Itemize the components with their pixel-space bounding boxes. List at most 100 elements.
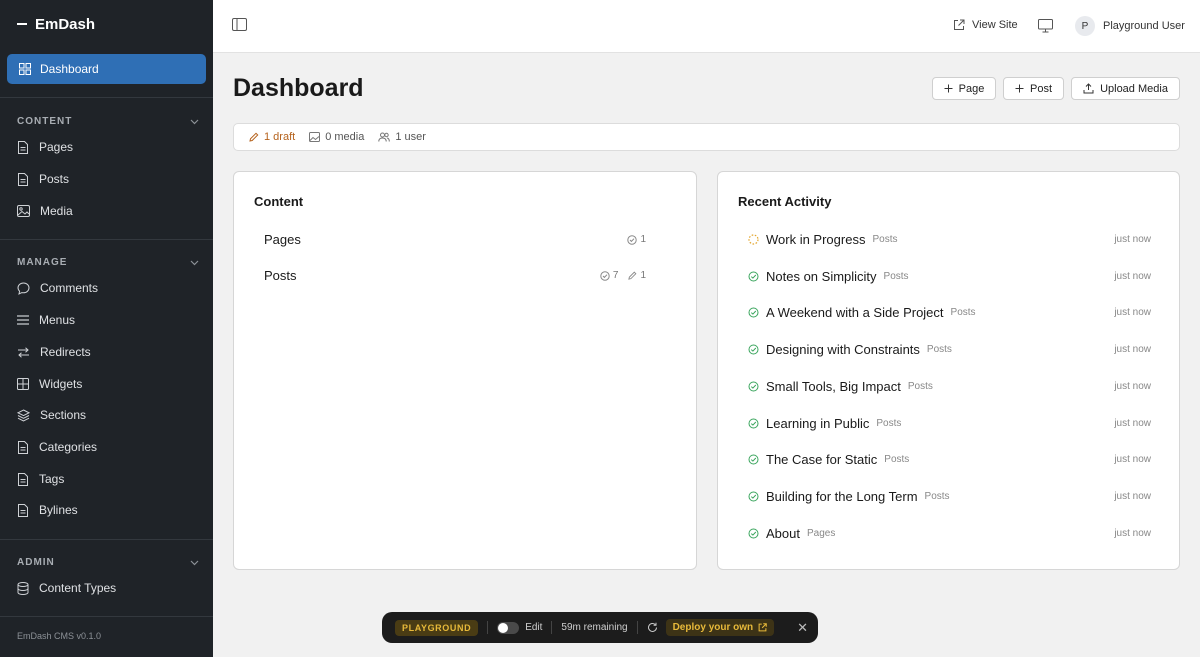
sidebar-toggle-icon	[232, 18, 247, 31]
sidebar-divider	[0, 239, 213, 240]
activity-time: just now	[1114, 380, 1151, 392]
sidebar-item-widgets[interactable]: Widgets	[17, 374, 82, 394]
activity-row[interactable]: Work in Progress Posts just now	[748, 232, 1151, 247]
user-menu[interactable]: P Playground User	[1075, 16, 1185, 36]
time-remaining: 59m remaining	[561, 622, 628, 633]
brand[interactable]: EmDash	[0, 0, 213, 48]
image-icon	[309, 132, 321, 142]
sidebar-item-sections[interactable]: Sections	[17, 405, 86, 425]
activity-type: Posts	[924, 490, 950, 502]
sidebar-item-content-types[interactable]: Content Types	[17, 578, 116, 598]
sidebar-item-dashboard[interactable]: Dashboard	[7, 54, 206, 84]
activity-type: Posts	[926, 344, 952, 356]
activity-row[interactable]: A Weekend with a Side Project Posts just n…	[748, 305, 1151, 320]
sidebar-item-redirects[interactable]: Redirects	[17, 342, 91, 362]
card-title: Content	[254, 194, 304, 209]
section-admin-header[interactable]: ADMIN	[17, 557, 199, 568]
published-check-icon	[748, 528, 759, 539]
stat-drafts[interactable]: 1 draft	[249, 131, 295, 143]
activity-row[interactable]: About Pages just now	[748, 526, 1151, 541]
button-label: Page	[958, 82, 985, 95]
dashboard-grid-icon	[19, 63, 31, 75]
draft-status-icon	[748, 234, 759, 245]
topbar: View Site P Playground User	[213, 0, 1200, 53]
close-icon[interactable]: ✕	[797, 620, 808, 636]
recent-activity-card: Recent Activity Work in Progress Posts jus…	[717, 171, 1180, 570]
published-check-icon	[748, 418, 759, 428]
content-row-posts[interactable]: Posts 7 1	[264, 268, 646, 283]
page-title: Dashboard	[233, 74, 364, 102]
preview-device-button[interactable]	[1038, 19, 1053, 38]
upload-media-button[interactable]: Upload Media	[1071, 77, 1180, 100]
activity-row[interactable]: Designing with Constraints Posts just now	[748, 342, 1151, 357]
category-doc-icon	[18, 440, 28, 454]
tag-doc-icon	[18, 472, 28, 486]
database-icon	[17, 581, 29, 595]
sidebar-item-posts[interactable]: Posts	[17, 169, 69, 189]
sidebar-item-label: Media	[40, 204, 73, 218]
activity-type: Posts	[907, 380, 933, 392]
activity-row[interactable]: Learning in Public Posts just now	[748, 416, 1151, 431]
redirect-arrows-icon	[18, 346, 29, 358]
sidebar-toggle-button[interactable]	[232, 18, 247, 36]
section-content-header[interactable]: CONTENT	[17, 116, 199, 127]
activity-row-main: Designing with Constraints Posts	[748, 342, 952, 357]
page-icon	[18, 140, 28, 154]
new-page-button[interactable]: Page	[932, 77, 996, 100]
widgets-grid-icon	[17, 378, 29, 390]
reset-button[interactable]	[647, 622, 658, 633]
sidebar-item-label: Sections	[40, 408, 87, 422]
activity-title: Learning in Public	[766, 415, 870, 431]
sidebar-divider	[0, 97, 213, 98]
sidebar-item-pages[interactable]: Pages	[17, 137, 73, 157]
sidebar-item-label: Bylines	[39, 503, 78, 517]
activity-row[interactable]: Small Tools, Big Impact Posts just now	[748, 379, 1151, 394]
menu-lines-icon	[17, 315, 29, 325]
pencil-icon	[249, 132, 259, 142]
playground-bar: PLAYGROUND Edit 59m remaining Deploy you…	[382, 612, 818, 643]
sidebar-item-label: Categories	[39, 440, 98, 454]
published-check-icon	[748, 454, 759, 465]
published-count-value: 7	[612, 270, 619, 281]
activity-type: Posts	[872, 234, 898, 245]
stat-users[interactable]: 1 user	[378, 131, 426, 143]
activity-row-main: The Case for Static Posts	[748, 452, 909, 467]
section-title: CONTENT	[17, 116, 73, 127]
stat-media[interactable]: 0 media	[309, 131, 364, 143]
activity-title: Notes on Simplicity	[766, 268, 877, 284]
sidebar-divider	[0, 539, 213, 540]
published-count-value: 1	[640, 234, 646, 245]
published-check-icon	[748, 271, 759, 282]
activity-row[interactable]: Building for the Long Term Posts just now	[748, 489, 1151, 504]
activity-title: The Case for Static	[766, 452, 878, 468]
sidebar-item-categories[interactable]: Categories	[17, 437, 97, 457]
sidebar: EmDash Dashboard CONTENT Pages Posts Med…	[0, 0, 213, 657]
sidebar-item-tags[interactable]: Tags	[17, 469, 64, 489]
published-count: 7	[600, 270, 619, 281]
activity-row[interactable]: Notes on Simplicity Posts just now	[748, 269, 1151, 284]
section-manage-header[interactable]: MANAGE	[17, 257, 199, 268]
sidebar-item-comments[interactable]: Comments	[17, 278, 98, 298]
published-check-icon	[748, 307, 759, 318]
activity-row-main: Small Tools, Big Impact Posts	[748, 379, 933, 394]
new-post-button[interactable]: Post	[1003, 77, 1064, 100]
playground-badge: PLAYGROUND	[395, 619, 479, 636]
activity-time: just now	[1114, 344, 1151, 356]
view-site-link[interactable]: View Site	[953, 19, 1018, 31]
content-row-pages[interactable]: Pages 1	[264, 232, 646, 247]
edit-toggle[interactable]	[497, 621, 520, 634]
sidebar-item-label: Menus	[39, 313, 76, 327]
activity-type: Posts	[883, 270, 909, 282]
sidebar-item-label: Tags	[39, 472, 65, 486]
sidebar-item-label: Comments	[40, 281, 99, 295]
stat-label: 0 media	[325, 131, 365, 143]
deploy-your-own-button[interactable]: Deploy your own	[665, 619, 775, 636]
monitor-icon	[1038, 19, 1053, 33]
activity-row[interactable]: The Case for Static Posts just now	[748, 452, 1151, 467]
sidebar-item-bylines[interactable]: Bylines	[17, 500, 78, 520]
activity-row-main: Building for the Long Term Posts	[748, 489, 950, 504]
activity-time: just now	[1114, 234, 1151, 245]
sidebar-item-menus[interactable]: Menus	[17, 310, 75, 330]
sidebar-item-media[interactable]: Media	[17, 201, 73, 221]
image-icon	[17, 205, 30, 217]
